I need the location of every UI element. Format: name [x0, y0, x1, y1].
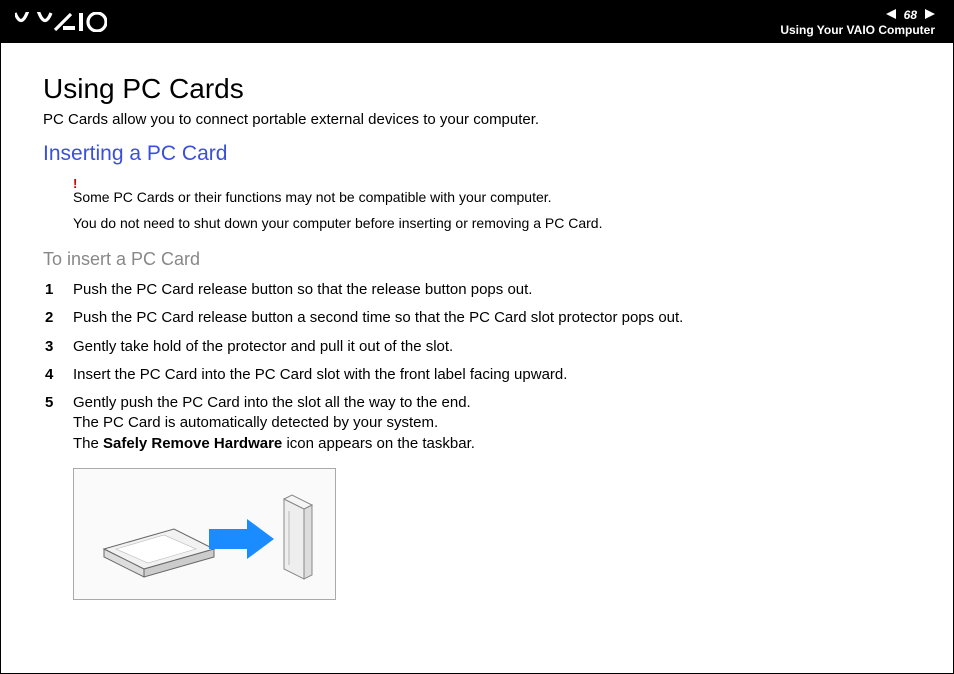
step-4: Insert the PC Card into the PC Card slot… — [73, 365, 911, 385]
header-bar: 68 Using Your VAIO Computer — [1, 1, 953, 43]
prev-page-button[interactable] — [886, 8, 900, 22]
step-5-line1: Gently push the PC Card into the slot al… — [73, 394, 471, 411]
step-5-bold: Safely Remove Hardware — [103, 435, 282, 452]
step-5-line2: The PC Card is automatically detected by… — [73, 414, 438, 431]
note-2: You do not need to shut down your comput… — [73, 215, 911, 231]
step-2: Push the PC Card release button a second… — [73, 308, 911, 328]
subheading: Inserting a PC Card — [43, 142, 911, 166]
procedure-heading: To insert a PC Card — [43, 249, 911, 270]
vaio-logo — [15, 12, 107, 32]
warning-block: ! Some PC Cards or their functions may n… — [73, 176, 911, 231]
step-5: Gently push the PC Card into the slot al… — [73, 393, 911, 454]
section-title: Using Your VAIO Computer — [780, 23, 935, 37]
page-content: Using PC Cards PC Cards allow you to con… — [1, 43, 953, 600]
insert-pc-card-figure — [73, 468, 336, 600]
step-1: Push the PC Card release button so that … — [73, 280, 911, 300]
step-3: Gently take hold of the protector and pu… — [73, 337, 911, 357]
intro-text: PC Cards allow you to connect portable e… — [43, 111, 911, 128]
steps-list: Push the PC Card release button so that … — [43, 280, 911, 454]
arrow-icon — [209, 519, 274, 559]
page-nav: 68 — [886, 8, 935, 22]
page-title: Using PC Cards — [43, 73, 911, 105]
next-page-button[interactable] — [921, 8, 935, 22]
header-right: 68 Using Your VAIO Computer — [780, 8, 935, 37]
step-5-line3-suffix: icon appears on the taskbar. — [282, 435, 475, 452]
page-number: 68 — [904, 8, 917, 22]
step-5-line3-prefix: The — [73, 435, 103, 452]
note-1: Some PC Cards or their functions may not… — [73, 189, 911, 205]
